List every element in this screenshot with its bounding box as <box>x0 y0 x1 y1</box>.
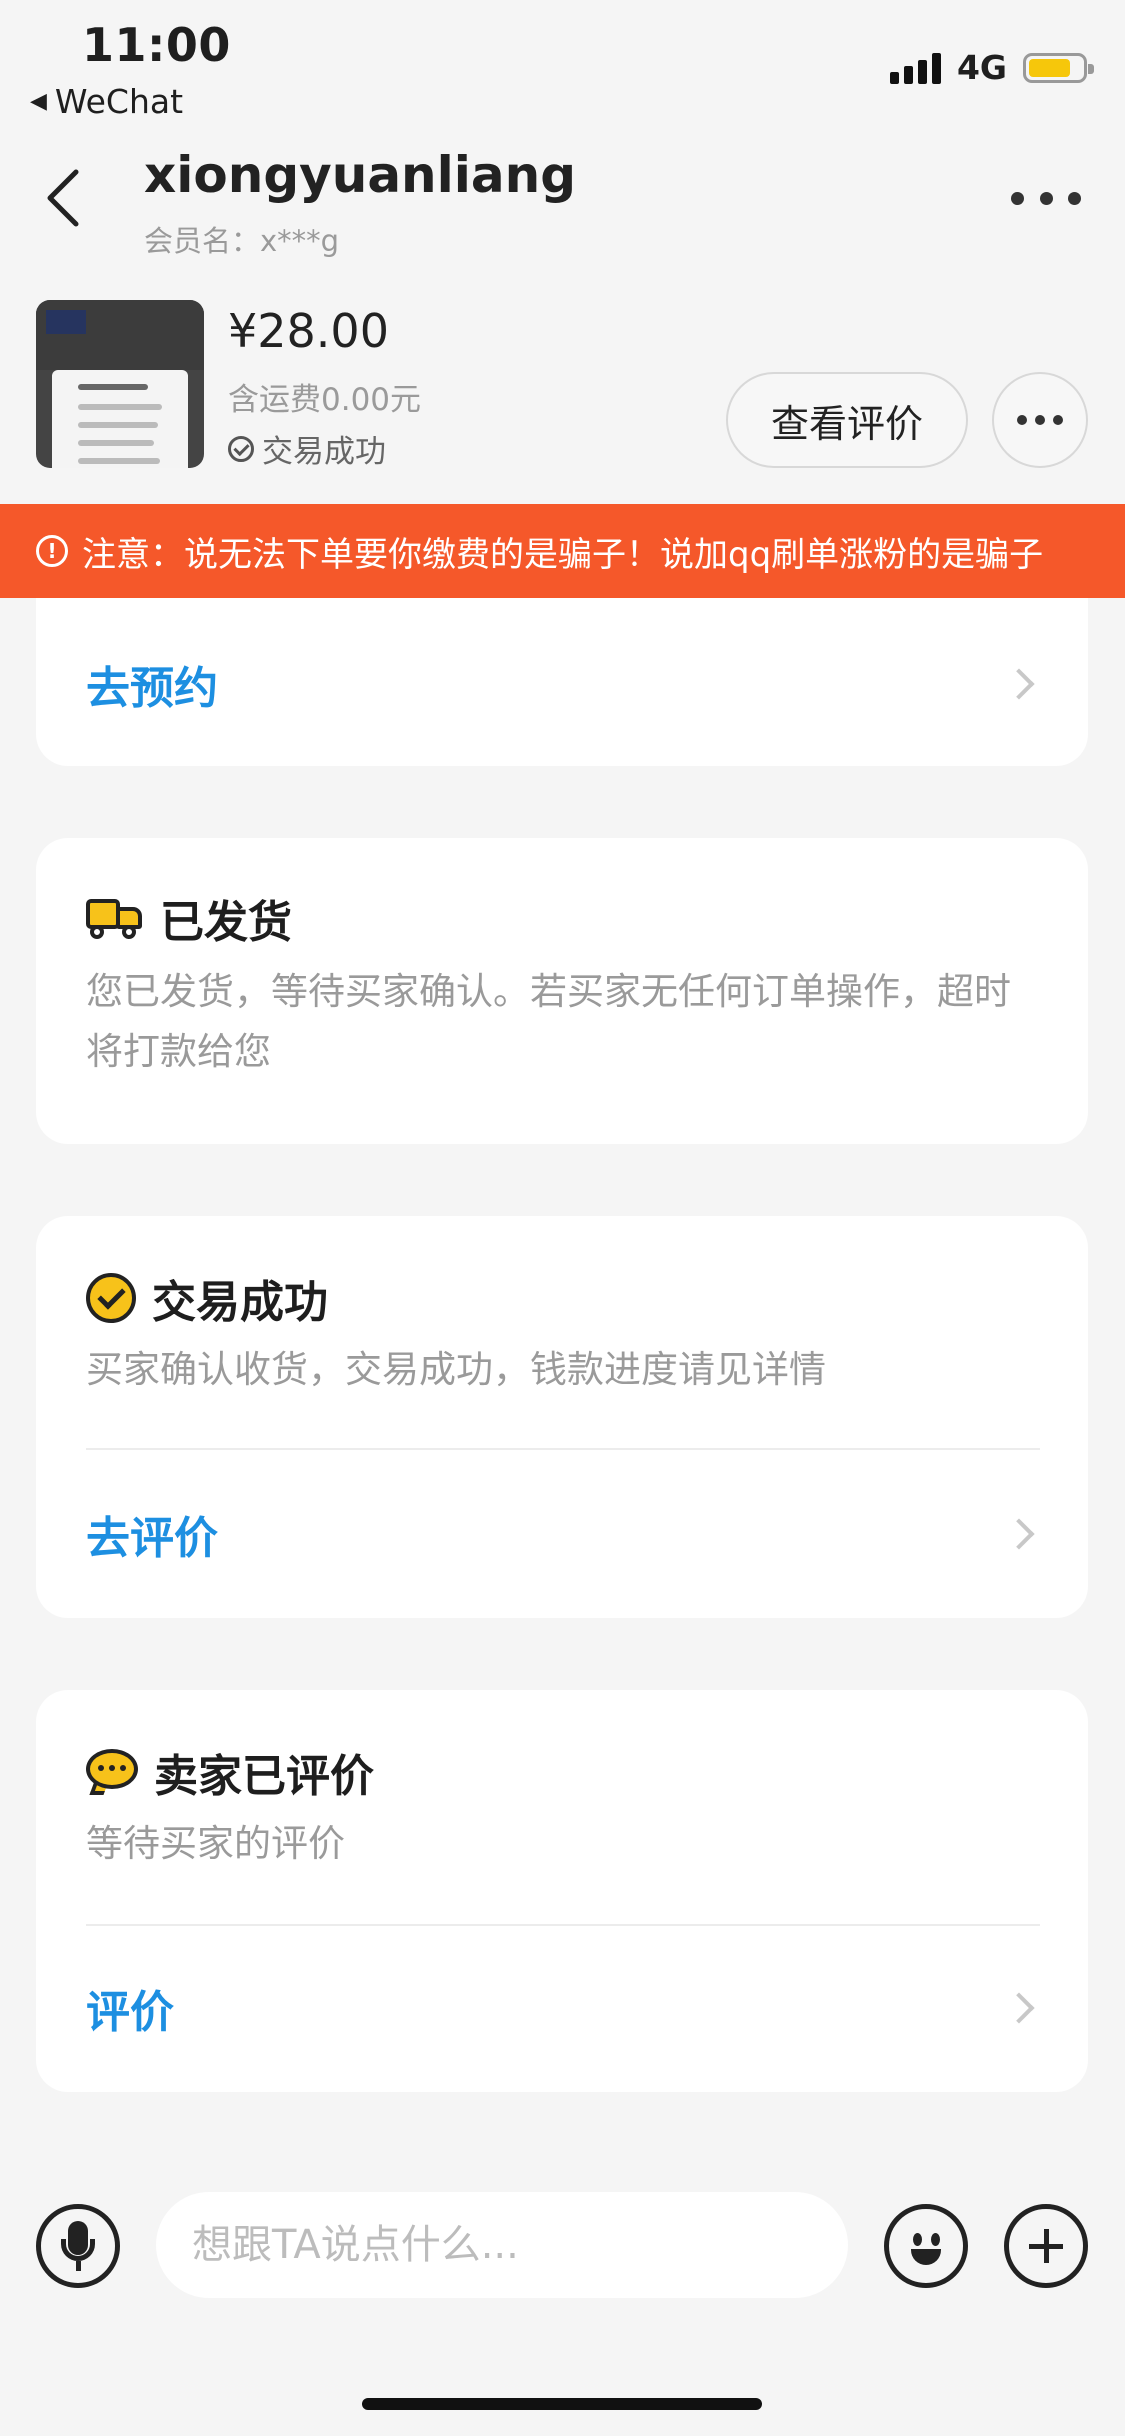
product-price: ¥28.00 <box>228 304 389 358</box>
voice-button[interactable] <box>36 2204 120 2288</box>
success-title: 交易成功 <box>152 1277 328 1328</box>
signal-icon <box>889 52 941 84</box>
review-row[interactable]: 评价 <box>36 1926 1088 2092</box>
warning-text: 注意：说无法下单要你缴费的是骗子！说加qq刷单涨粉的是骗子 <box>82 534 1044 575</box>
reviewed-card: 卖家已评价 等待买家的评价 评价 <box>36 1690 1088 2092</box>
shipped-title: 已发货 <box>160 897 292 948</box>
back-app-label: WeChat <box>54 82 184 121</box>
trade-status: 交易成功 <box>228 426 386 471</box>
truck-icon <box>86 895 144 941</box>
reviewed-desc: 等待买家的评价 <box>86 1822 345 1865</box>
shipped-card: 已发货 您已发货，等待买家确认。若买家无任何订单操作，超时将打款给您 <box>36 838 1088 1144</box>
chevron-right-icon <box>1003 668 1035 700</box>
chat-bubble-icon <box>86 1749 138 1795</box>
appointment-action: 去预约 <box>86 663 218 714</box>
warning-banner: ! 注意：说无法下单要你缴费的是骗子！说加qq刷单涨粉的是骗子 <box>0 504 1125 598</box>
message-input[interactable] <box>156 2192 848 2298</box>
status-time: 11:00 <box>82 18 231 72</box>
shipped-header: 已发货 <box>86 886 292 950</box>
rate-action: 去评价 <box>86 1513 218 1564</box>
more-actions-button[interactable] <box>1004 2204 1088 2288</box>
smiley-icon <box>913 2233 922 2246</box>
review-action: 评价 <box>86 1987 174 2038</box>
product-more-button[interactable] <box>992 372 1088 468</box>
chevron-right-icon <box>1003 1992 1035 2024</box>
home-indicator[interactable] <box>362 2398 762 2410</box>
appointment-row[interactable]: 去预约 <box>36 598 1088 766</box>
back-to-app-link[interactable]: ◀ WeChat <box>30 82 183 121</box>
member-name: 会员名：x***g <box>144 224 340 258</box>
battery-icon <box>1023 52 1094 83</box>
success-header: 交易成功 <box>86 1266 328 1330</box>
back-triangle-icon: ◀ <box>30 89 47 114</box>
reviewed-header: 卖家已评价 <box>86 1740 374 1804</box>
reviewed-title: 卖家已评价 <box>154 1751 374 1802</box>
rate-row[interactable]: 去评价 <box>36 1450 1088 1618</box>
check-circle-icon <box>86 1273 136 1323</box>
chevron-left-icon <box>47 169 79 227</box>
product-thumbnail[interactable] <box>36 300 204 468</box>
appointment-card: 去预约 <box>36 598 1088 766</box>
shipping-fee: 含运费0.00元 <box>228 382 422 418</box>
chevron-right-icon <box>1003 1518 1035 1550</box>
check-circle-icon <box>228 435 254 462</box>
shipped-desc: 您已发货，等待买家确认。若买家无任何订单操作，超时将打款给您 <box>86 970 1011 1073</box>
status-indicators: 4G <box>889 48 1094 87</box>
alert-icon: ! <box>36 535 68 567</box>
trade-status-label: 交易成功 <box>262 434 386 470</box>
emoji-button[interactable] <box>884 2204 968 2288</box>
back-button[interactable] <box>44 166 84 230</box>
success-desc: 买家确认收货，交易成功，钱款进度请见详情 <box>86 1348 826 1391</box>
view-review-button[interactable]: 查看评价 <box>726 372 968 468</box>
more-options-button[interactable] <box>1011 180 1081 216</box>
success-card: 交易成功 买家确认收货，交易成功，钱款进度请见详情 去评价 <box>36 1216 1088 1618</box>
page-title: xiongyuanliang <box>144 146 577 204</box>
network-type: 4G <box>956 48 1007 87</box>
